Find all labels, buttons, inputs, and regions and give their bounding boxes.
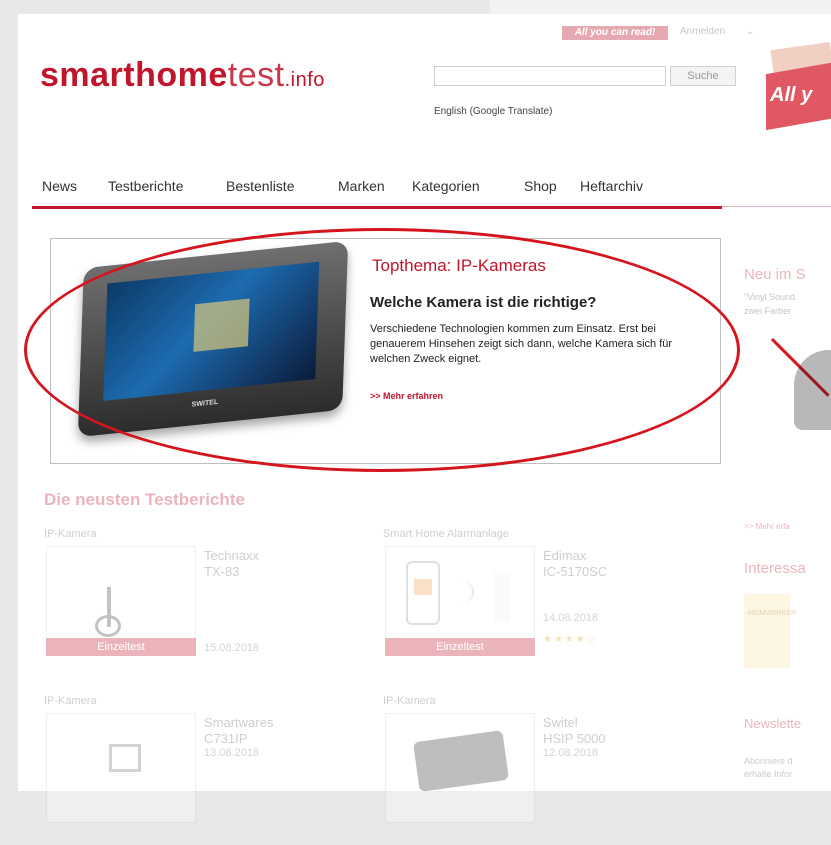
wireless-icon [450, 581, 474, 603]
card-image[interactable] [46, 713, 196, 823]
sensor-icon [494, 573, 510, 621]
sidebar-newsletter-text-1: Abonniere d [744, 756, 793, 766]
card-category: Smart Home Alarmanlage [383, 528, 509, 540]
test-card-2[interactable]: Smart Home Alarmanlage Einzeltest Edimax… [383, 528, 703, 678]
card-category: IP-Kamera [383, 695, 436, 707]
nav-item-testberichte[interactable]: Testberichte [108, 178, 183, 194]
test-card-4[interactable]: IP-Kamera Switel HSIP 5000 12.08.2018 [383, 695, 703, 845]
sidebar-new-subtitle-2: zwei Farber [744, 306, 792, 316]
search-input[interactable] [434, 66, 666, 86]
top-strip [490, 0, 831, 14]
card-label: Einzeltest [46, 638, 196, 656]
nav-item-marken[interactable]: Marken [338, 178, 385, 194]
tests-section-title: Die neusten Testberichte [44, 490, 245, 509]
rating-stars: ★★★★☆ [543, 634, 598, 645]
card-category: IP-Kamera [44, 528, 97, 540]
card-brand[interactable]: Edimax [543, 548, 586, 563]
logo-light-text: test [227, 56, 285, 94]
magazine-tile-image[interactable] [744, 594, 790, 668]
annotation-oval [24, 228, 740, 472]
login-link[interactable]: Anmelden [680, 26, 725, 37]
sidebar-newsletter-title: Newslette [744, 716, 802, 731]
sidebar-newsletter-text-2: erhalte Infor [744, 769, 793, 779]
card-category: IP-Kamera [44, 695, 97, 707]
card-date: 14.08.2018 [543, 612, 599, 624]
nav-item-shop[interactable]: Shop [524, 178, 557, 194]
card-model[interactable]: IC-5170SC [543, 564, 607, 579]
card-brand[interactable]: Smartwares [204, 715, 273, 730]
card-model[interactable]: C731IP [204, 731, 247, 746]
sidebar-new-subtitle-1: "Vinyl Sound [744, 292, 796, 302]
card-date: 13.08.2018 [204, 747, 260, 759]
test-card-1[interactable]: IP-Kamera Einzeltest Technaxx TX-83 15.0… [44, 528, 364, 678]
all-you-can-read-badge[interactable]: All you can read! [562, 26, 668, 40]
card-label: Einzeltest [385, 638, 535, 656]
card-model[interactable]: HSIP 5000 [543, 731, 606, 746]
alarm-icon [414, 579, 432, 595]
test-card-3[interactable]: IP-Kamera Smartwares C731IP 13.08.2018 [44, 695, 364, 845]
card-date: 15.08.2018 [204, 642, 260, 654]
sidebar-interesting-title: Interessa [744, 560, 806, 577]
wall-switch-icon [109, 744, 141, 772]
chevron-down-icon[interactable]: ⌄ [746, 26, 754, 37]
nav-underline [32, 206, 722, 209]
translate-link[interactable]: English (Google Translate) [434, 106, 552, 117]
sidebar-more-link[interactable]: >> Mehr erfa [744, 522, 790, 531]
promo-text: All y [770, 84, 813, 106]
speaker-product-image[interactable] [794, 350, 831, 430]
nav-item-heftarchiv[interactable]: Heftarchiv [580, 178, 643, 194]
tablet-thumbnail [412, 729, 510, 793]
promo-banner[interactable]: All y [760, 40, 831, 136]
magazine-tile-text: HEIMWERKER [748, 610, 797, 617]
card-model[interactable]: TX-83 [204, 564, 239, 579]
sidebar: Neu im S "Vinyl Sound zwei Farber >> Meh… [744, 260, 831, 780]
main-nav: News Testberichte Bestenliste Marken Kat… [42, 178, 722, 206]
card-brand[interactable]: Technaxx [204, 548, 259, 563]
sidebar-new-title[interactable]: Neu im S [744, 266, 806, 283]
logo-suffix-text: .info [284, 69, 325, 91]
card-brand[interactable]: Switel [543, 715, 578, 730]
site-logo[interactable]: smarthometest.info [40, 56, 325, 95]
camera-icon [95, 615, 121, 637]
logo-bold-text: smarthome [40, 56, 228, 94]
card-image[interactable] [385, 713, 535, 823]
nav-item-kategorien[interactable]: Kategorien [412, 178, 480, 194]
nav-item-news[interactable]: News [42, 178, 77, 194]
card-date: 12.08.2018 [543, 747, 599, 759]
nav-item-bestenliste[interactable]: Bestenliste [226, 178, 294, 194]
nav-underline-faded [722, 206, 831, 207]
search-button[interactable]: Suche [670, 66, 736, 86]
